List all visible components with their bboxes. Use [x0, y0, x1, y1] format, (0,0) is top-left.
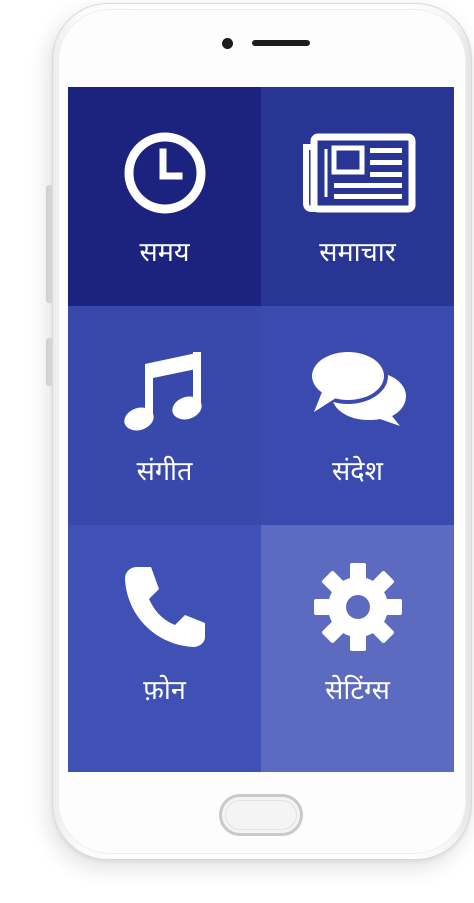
- tile-news[interactable]: समाचार: [261, 87, 454, 306]
- tile-time-label: समय: [139, 237, 190, 268]
- gear-icon: [313, 563, 402, 651]
- clock-icon: [124, 132, 205, 214]
- tile-phone-label: फ़ोन: [143, 675, 186, 706]
- tile-phone[interactable]: फ़ोन: [68, 525, 261, 772]
- tile-music[interactable]: संगीत: [68, 306, 261, 525]
- tile-messages[interactable]: संदेश: [261, 306, 454, 525]
- phone-icon: [124, 567, 205, 647]
- tile-music-label: संगीत: [136, 456, 193, 487]
- front-camera: [222, 38, 233, 49]
- tile-messages-label: संदेश: [332, 456, 383, 487]
- device-mockup: समय समाचार संगीत संदेश फ़ोन सेटिंग्स: [0, 0, 474, 903]
- tile-settings[interactable]: सेटिंग्स: [261, 525, 454, 772]
- music-note-icon: [123, 352, 202, 431]
- newspaper-icon: [302, 133, 415, 213]
- launcher-screen: समय समाचार संगीत संदेश फ़ोन सेटिंग्स: [68, 87, 454, 772]
- home-button[interactable]: [219, 794, 303, 836]
- earpiece-speaker: [252, 40, 310, 46]
- tile-settings-label: सेटिंग्स: [325, 675, 390, 706]
- tile-time[interactable]: समय: [68, 87, 261, 306]
- chat-bubbles-icon: [307, 348, 406, 426]
- tile-news-label: समाचार: [319, 237, 396, 268]
